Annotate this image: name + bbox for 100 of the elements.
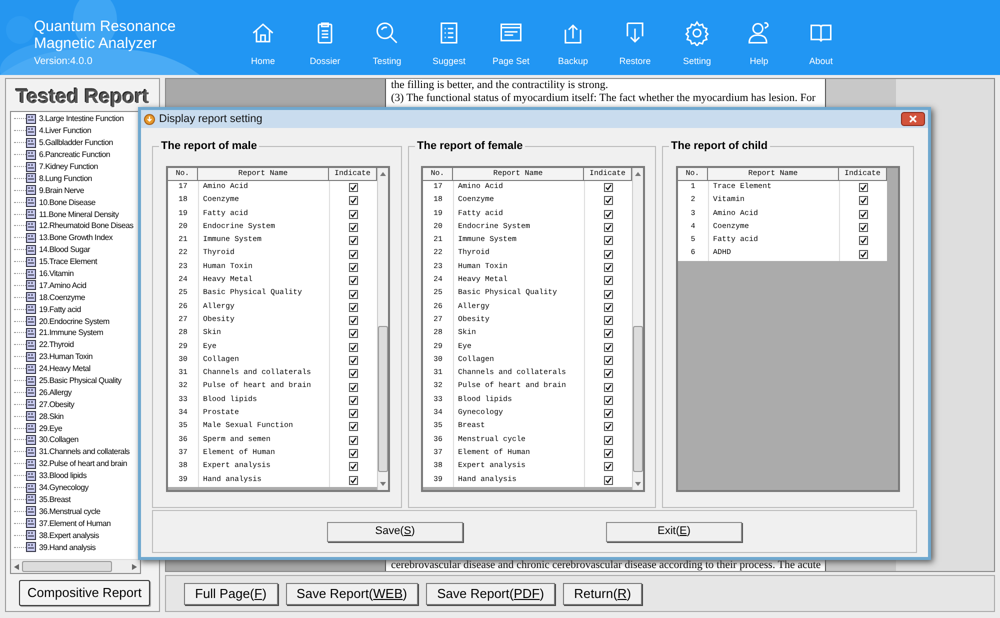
checkbox[interactable] bbox=[604, 476, 613, 485]
tree-item[interactable]: 4.Liver Function bbox=[39, 125, 92, 136]
tree-item[interactable]: 26.Allergy bbox=[39, 386, 72, 398]
checkbox[interactable] bbox=[349, 290, 358, 299]
checkbox[interactable] bbox=[349, 409, 358, 418]
tree-item[interactable]: 10.Bone Disease bbox=[39, 196, 96, 208]
close-button[interactable] bbox=[901, 112, 925, 126]
tree-item[interactable]: 14.Blood Sugar bbox=[39, 244, 90, 256]
tree-item[interactable]: 37.Element of Human bbox=[39, 518, 111, 529]
tree-item[interactable]: 8.Lung Function bbox=[39, 172, 92, 184]
checkbox[interactable] bbox=[349, 356, 358, 365]
tree-item[interactable]: 9.Brain Nerve bbox=[39, 184, 84, 196]
scroll-up-icon[interactable] bbox=[635, 172, 641, 176]
checkbox[interactable] bbox=[604, 250, 613, 259]
checkbox[interactable] bbox=[859, 250, 868, 259]
scroll-down-icon[interactable] bbox=[635, 482, 641, 486]
checkbox[interactable] bbox=[604, 223, 613, 232]
tree-item[interactable]: 22.Thyroid bbox=[39, 339, 74, 350]
tree-item[interactable]: 30.Collagen bbox=[39, 434, 78, 446]
tree-item[interactable]: 33.Blood lipids bbox=[39, 470, 87, 482]
checkbox[interactable] bbox=[349, 449, 358, 458]
tree-item[interactable]: 7.Kidney Function bbox=[39, 161, 98, 172]
checkbox[interactable] bbox=[349, 382, 358, 392]
checkbox[interactable] bbox=[604, 316, 613, 326]
checkbox[interactable] bbox=[349, 210, 358, 219]
tree-item[interactable]: 27.Obesity bbox=[39, 398, 74, 410]
checkbox[interactable] bbox=[604, 462, 613, 472]
vertical-scrollbar[interactable] bbox=[632, 168, 643, 490]
tree-item[interactable]: 12.Rheumatoid Bone Diseas bbox=[39, 220, 134, 232]
checkbox[interactable] bbox=[859, 223, 868, 232]
tree-item[interactable]: 25.Basic Physical Quality bbox=[39, 375, 122, 386]
horizontal-scrollbar[interactable] bbox=[11, 559, 140, 573]
checkbox[interactable] bbox=[349, 476, 358, 485]
checkbox[interactable] bbox=[349, 276, 358, 286]
checkbox[interactable] bbox=[604, 329, 613, 338]
toolbar-button[interactable]: Full Page(F) bbox=[184, 582, 278, 604]
checkbox[interactable] bbox=[604, 356, 613, 365]
toolbar-button[interactable]: Return(R) bbox=[563, 582, 642, 604]
checkbox[interactable] bbox=[604, 449, 613, 458]
checkbox[interactable] bbox=[604, 290, 613, 299]
checkbox[interactable] bbox=[349, 422, 358, 432]
checkbox[interactable] bbox=[859, 210, 868, 219]
tree-item[interactable]: 39.Hand analysis bbox=[39, 542, 96, 552]
tree-item[interactable]: 32.Pulse of heart and brain bbox=[39, 458, 127, 470]
checkbox[interactable] bbox=[604, 396, 613, 405]
tree-item[interactable]: 23.Human Toxin bbox=[39, 351, 92, 362]
tree-item[interactable]: 15.Trace Element bbox=[39, 256, 98, 268]
tree-item[interactable]: 3.Large Intestine Function bbox=[39, 113, 124, 124]
tree-item[interactable]: 29.Eye bbox=[39, 422, 62, 434]
checkbox[interactable] bbox=[859, 236, 868, 246]
checkbox[interactable] bbox=[859, 196, 868, 206]
checkbox[interactable] bbox=[349, 342, 358, 352]
tree-item[interactable]: 31.Channels and collaterals bbox=[39, 446, 130, 458]
checkbox[interactable] bbox=[349, 396, 358, 405]
checkbox[interactable] bbox=[604, 302, 613, 312]
tree-item[interactable]: 18.Coenzyme bbox=[39, 292, 86, 303]
tree-item[interactable]: 35.Breast bbox=[39, 494, 71, 505]
checkbox[interactable] bbox=[349, 183, 358, 192]
tree-item[interactable]: 36.Menstrual cycle bbox=[39, 506, 100, 517]
compositive-report-button[interactable]: Compositive Report bbox=[19, 580, 150, 606]
tree-item[interactable]: 5.Gallbladder Function bbox=[39, 137, 113, 148]
checkbox[interactable] bbox=[349, 436, 358, 445]
tree-item[interactable]: 34.Gynecology bbox=[39, 482, 88, 494]
checkbox[interactable] bbox=[604, 422, 613, 432]
checkbox[interactable] bbox=[604, 183, 613, 192]
tree-item[interactable]: 21.Immune System bbox=[39, 327, 104, 338]
checkbox[interactable] bbox=[604, 342, 613, 352]
checkbox[interactable] bbox=[604, 436, 613, 445]
checkbox[interactable] bbox=[349, 262, 358, 272]
tree-item[interactable]: 16.Vitamin bbox=[39, 268, 74, 280]
scroll-right-icon[interactable] bbox=[132, 564, 137, 570]
checkbox[interactable] bbox=[349, 329, 358, 338]
checkbox[interactable] bbox=[604, 210, 613, 219]
toolbar-button[interactable]: Save Report(WEB) bbox=[286, 582, 418, 604]
checkbox[interactable] bbox=[349, 302, 358, 312]
checkbox[interactable] bbox=[604, 369, 613, 378]
tree-item[interactable]: 13.Bone Growth Index bbox=[39, 232, 113, 244]
checkbox[interactable] bbox=[604, 196, 613, 206]
checkbox[interactable] bbox=[604, 262, 613, 272]
tree-item[interactable]: 28.Skin bbox=[39, 410, 64, 422]
tree-item[interactable]: 24.Heavy Metal bbox=[39, 363, 90, 374]
tree-item[interactable]: 6.Pancreatic Function bbox=[39, 149, 110, 160]
checkbox[interactable] bbox=[349, 250, 358, 259]
tree-item[interactable]: 19.Fatty acid bbox=[39, 304, 81, 315]
checkbox[interactable] bbox=[349, 196, 358, 206]
checkbox[interactable] bbox=[349, 316, 358, 326]
scroll-up-icon[interactable] bbox=[380, 172, 386, 176]
tree-item[interactable]: 20.Endocrine System bbox=[39, 316, 110, 327]
toolbar-button[interactable]: Save Report(PDF) bbox=[426, 582, 556, 604]
dialog-button[interactable]: Save(S) bbox=[327, 522, 463, 542]
checkbox[interactable] bbox=[859, 183, 868, 192]
tree-item[interactable]: 11.Bone Mineral Density bbox=[39, 208, 119, 220]
vertical-scrollbar[interactable] bbox=[377, 168, 388, 490]
dialog-button[interactable]: Exit(E) bbox=[606, 522, 742, 542]
checkbox[interactable] bbox=[604, 236, 613, 246]
scroll-left-icon[interactable] bbox=[14, 564, 19, 570]
checkbox[interactable] bbox=[349, 236, 358, 246]
checkbox[interactable] bbox=[604, 382, 613, 392]
checkbox[interactable] bbox=[604, 276, 613, 286]
tree-item[interactable]: 17.Amino Acid bbox=[39, 280, 86, 291]
